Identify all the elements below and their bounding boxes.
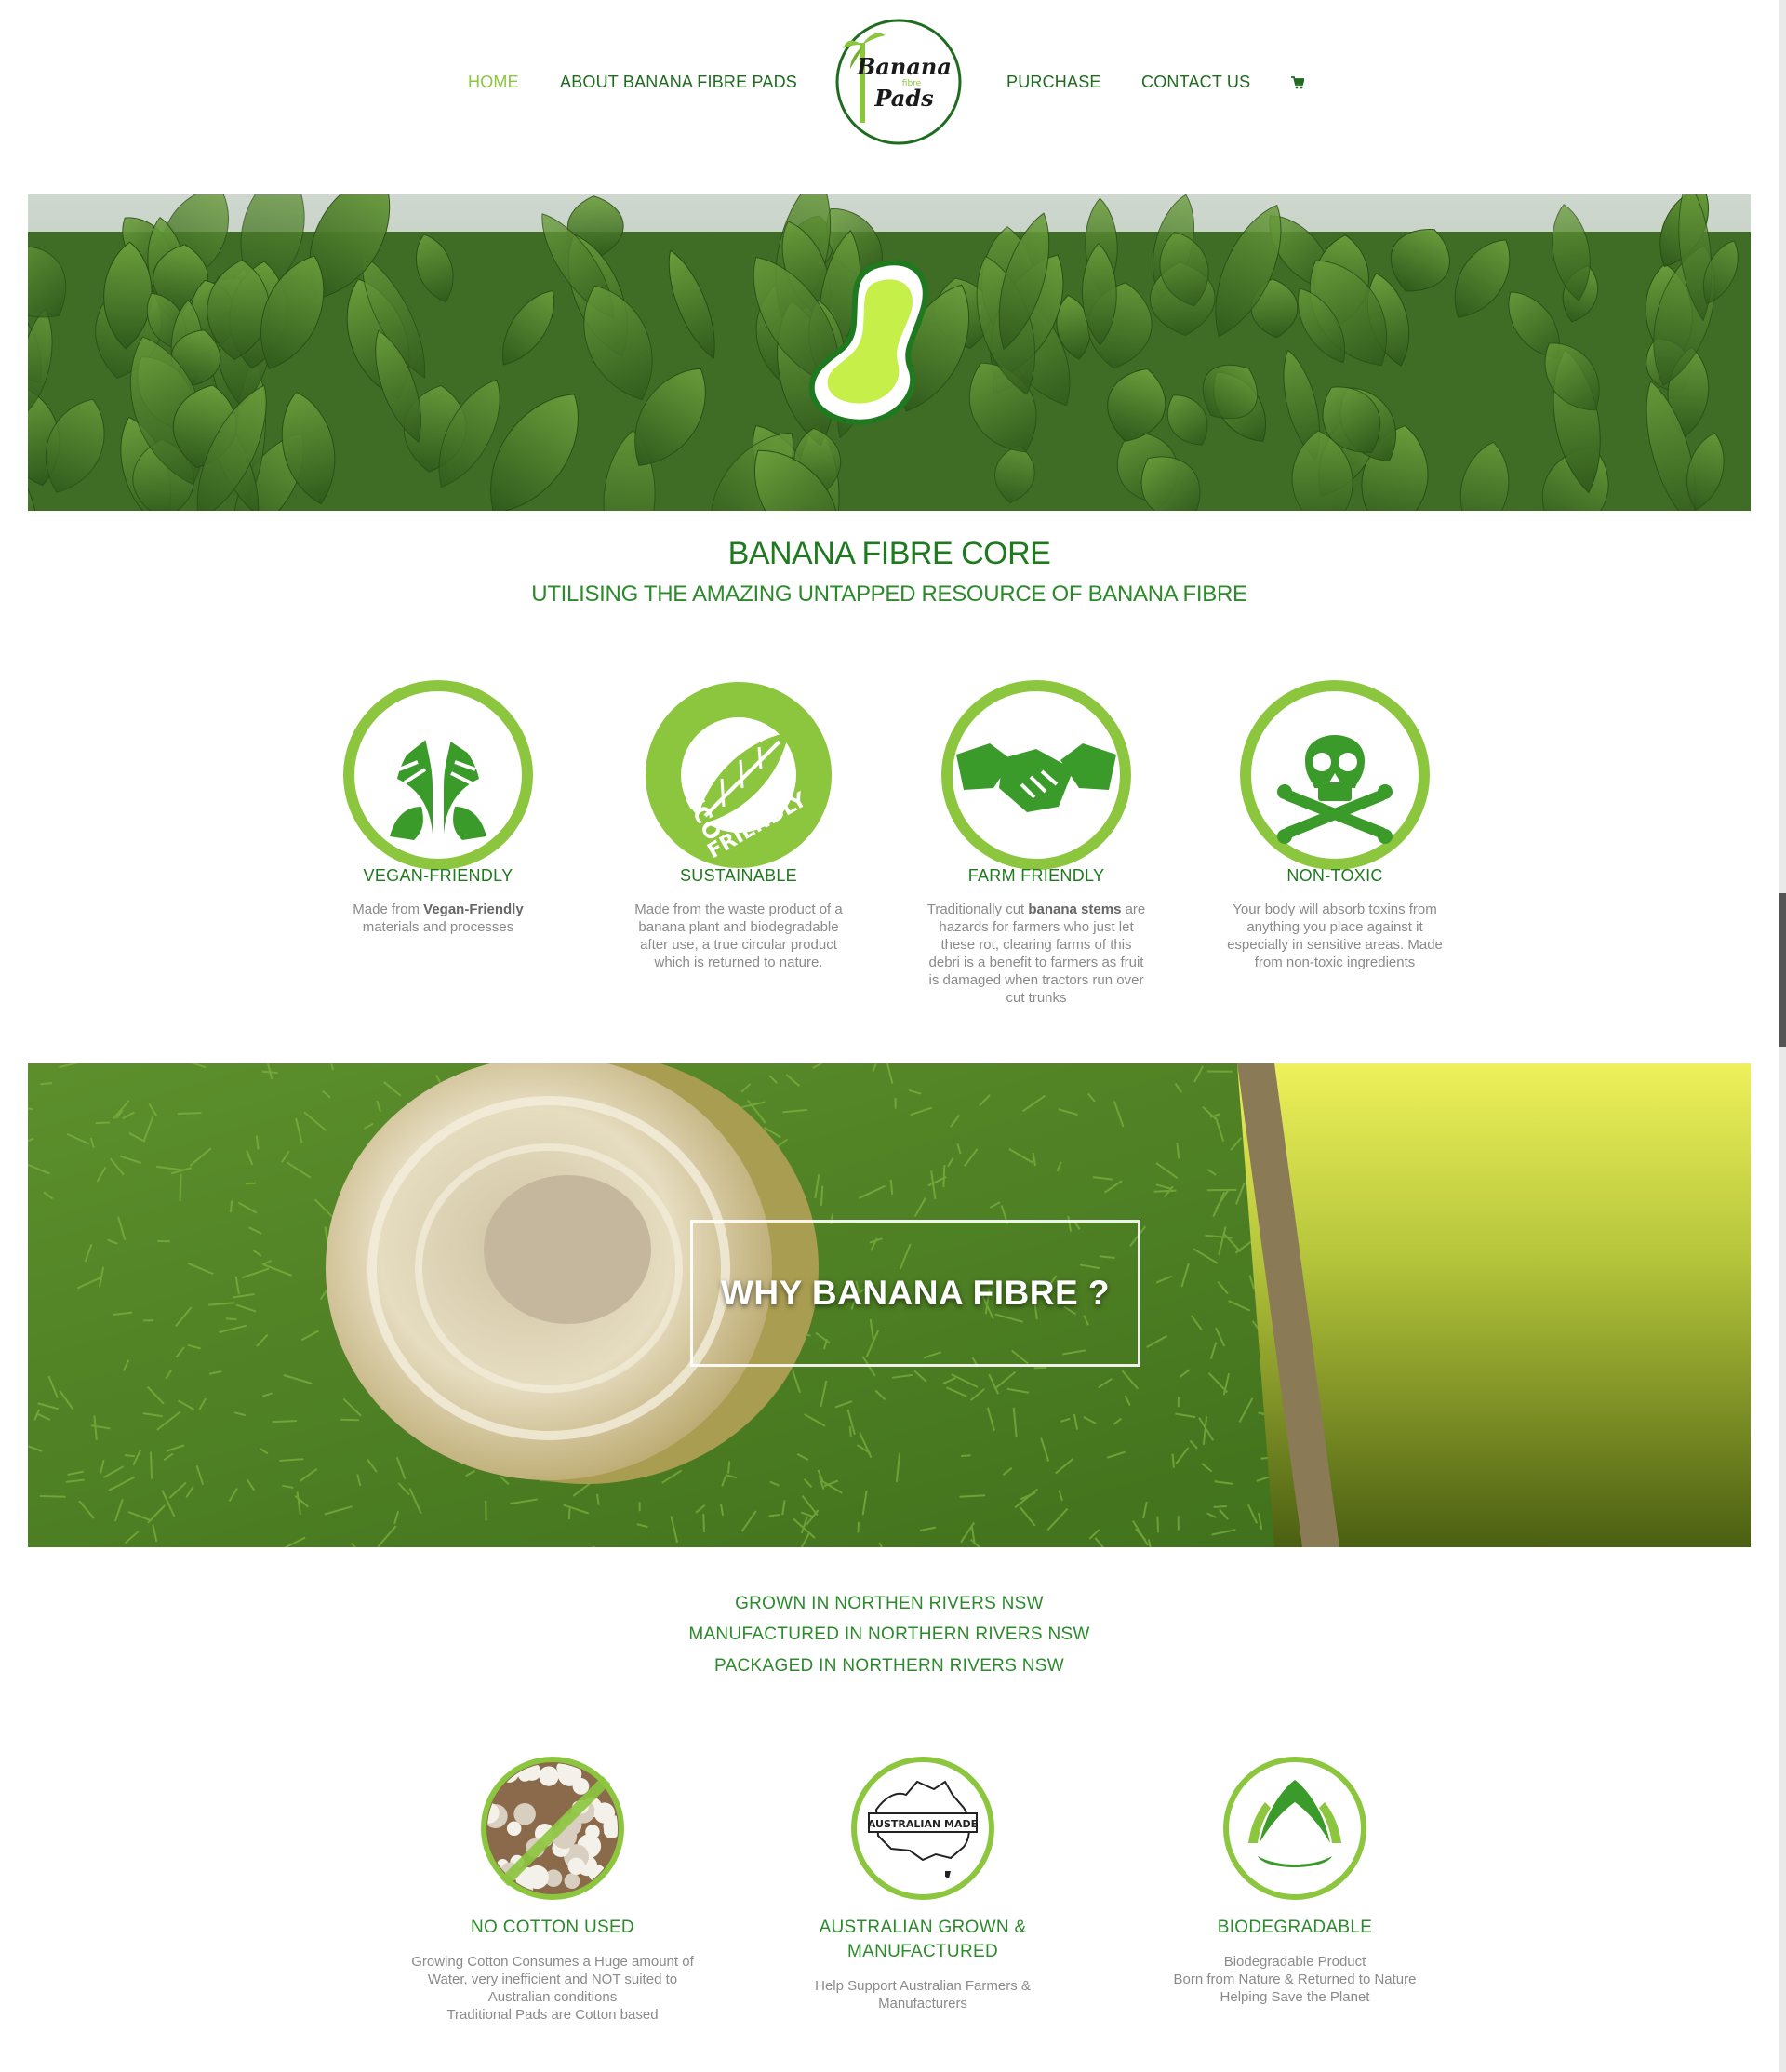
eco-friendly-icon: ECO FRIENDLY — [646, 682, 832, 868]
feature-title: NO COTTON USED — [471, 1918, 634, 1937]
logo-word-1: Banana — [856, 53, 952, 80]
biodegradable-icon — [1223, 1757, 1366, 1900]
desc-line: Manufacturers — [878, 1996, 967, 2012]
feature-title: FARM FRIENDLY — [967, 866, 1105, 885]
nav-home[interactable]: HOME — [468, 73, 519, 92]
desc-text: Traditionally cut — [926, 902, 1029, 917]
hero-banner — [28, 194, 1751, 511]
brand-logo[interactable]: Banana fibre Pads — [833, 17, 964, 147]
desc-line: Traditional Pads are Cotton based — [446, 2007, 659, 2023]
feature-sustainable: ECO FRIENDLY SUSTAINABLE Made from the w… — [618, 676, 860, 971]
cart-icon[interactable] — [1291, 76, 1304, 89]
desc-line: Australian conditions — [487, 1989, 618, 2005]
feature-no-cotton: NO COTTON USED Growing Cotton Consumes a… — [394, 1754, 711, 2024]
nav-about[interactable]: ABOUT BANANA FIBRE PADS — [560, 73, 797, 92]
pad-icon — [808, 260, 928, 425]
feature-nontoxic: NON-TOXIC Your body will absorb toxins f… — [1214, 676, 1456, 971]
site-header: HOME ABOUT BANANA FIBRE PADS Banana fibr… — [0, 0, 1779, 167]
scrollbar-thumb[interactable] — [1779, 893, 1786, 1047]
desc-line: Help Support Australian Farmers & — [815, 1978, 1031, 1994]
feature-farm: FARM FRIENDLY Traditionally cut banana s… — [915, 676, 1157, 1007]
australian-made-text: AUSTRALIAN MADE — [868, 1818, 978, 1830]
feature-title: VEGAN-FRIENDLY — [363, 866, 513, 885]
no-cotton-icon — [481, 1757, 624, 1900]
desc-text: Made from — [353, 902, 424, 917]
desc-line: Biodegradable Product — [1223, 1954, 1366, 1970]
skull-icon — [1240, 680, 1430, 870]
feature-desc: Biodegradable Product Born from Nature &… — [1137, 1953, 1453, 2006]
location-packaged: PACKAGED IN NORTHERN RIVERS NSW — [714, 1656, 1064, 1676]
feature-vegan: VEGAN-FRIENDLY Made from Vegan-Friendly … — [317, 676, 559, 936]
nav-contact[interactable]: CONTACT US — [1141, 73, 1250, 92]
feature-desc: Help Support Australian Farmers & Manufa… — [765, 1977, 1081, 2012]
desc-text: Your body will absorb toxins from anythi… — [1227, 902, 1443, 970]
feature-desc: Traditionally cut banana stems are hazar… — [915, 901, 1157, 1007]
australia-made-icon: AUSTRALIAN MADE — [851, 1757, 994, 1900]
desc-text: Made from the waste product of a banana … — [634, 902, 843, 970]
location-manufactured: MANUFACTURED IN NORTHERN RIVERS NSW — [688, 1624, 1090, 1644]
desc-bold: Vegan-Friendly — [423, 902, 524, 917]
logo-word-3: Pads — [873, 85, 934, 112]
desc-line: Helping Save the Planet — [1220, 1989, 1370, 2005]
feature-title: SUSTAINABLE — [679, 866, 797, 885]
leaf-icon — [343, 680, 533, 870]
section-title: BANANA FIBRE CORE — [727, 536, 1051, 571]
feature-title: AUSTRALIAN GROWN & MANUFACTURED — [819, 1918, 1027, 1961]
feature-desc: Made from the waste product of a banana … — [618, 901, 860, 971]
nav-purchase[interactable]: PURCHASE — [1006, 73, 1101, 92]
desc-text: materials and processes — [362, 919, 514, 935]
feature-title: BIODEGRADABLE — [1217, 1918, 1373, 1937]
feature-australian: AUSTRALIAN MADE AUSTRALIAN GROWN & MANUF… — [765, 1754, 1081, 2012]
desc-line: Growing Cotton Consumes a Huge amount of — [411, 1954, 694, 1970]
handshake-icon — [941, 680, 1131, 870]
feature-desc: Growing Cotton Consumes a Huge amount of… — [394, 1953, 711, 2024]
why-banner: WHY BANANA FIBRE ? — [28, 1063, 1751, 1547]
feature-biodegradable: BIODEGRADABLE Biodegradable Product Born… — [1137, 1754, 1453, 2006]
feature-title: NON-TOXIC — [1286, 866, 1383, 885]
feature-desc: Your body will absorb toxins from anythi… — [1214, 901, 1456, 971]
feature-desc: Made from Vegan-Friendly materials and p… — [317, 901, 559, 936]
location-grown: GROWN IN NORTHEN RIVERS NSW — [735, 1594, 1044, 1613]
desc-bold: banana stems — [1028, 902, 1122, 917]
desc-line: Born from Nature & Returned to Nature — [1173, 1972, 1417, 1987]
desc-line: Water, very inefficient and NOT suited t… — [427, 1972, 678, 1987]
section-subtitle: UTILISING THE AMAZING UNTAPPED RESOURCE … — [531, 581, 1247, 607]
why-banana-fibre-button[interactable]: WHY BANANA FIBRE ? — [690, 1220, 1140, 1367]
